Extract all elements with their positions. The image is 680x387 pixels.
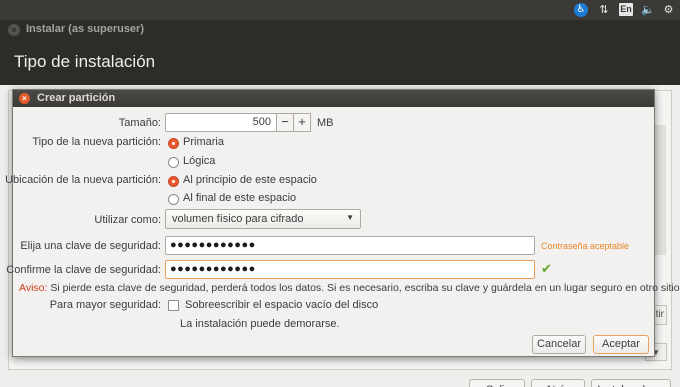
radio-logical[interactable] (168, 157, 179, 168)
warning-text: Si pierde esta clave de seguridad, perde… (47, 282, 680, 294)
top-panel: ♿ ⇅ En 🔈 ⚙ (0, 0, 680, 20)
password-input[interactable]: ●●●●●●●●●●●● (165, 236, 535, 255)
password-label: Elija una clave de seguridad: (20, 240, 161, 252)
use-as-label: Utilizar como: (94, 214, 161, 226)
dialog-title-bar: × Crear partición (13, 90, 654, 107)
size-input[interactable]: 500 (165, 113, 277, 132)
dialog-title: Crear partición (37, 92, 116, 104)
checkmark-icon: ✔ (541, 261, 552, 276)
keyboard-layout-indicator[interactable]: En (619, 3, 633, 16)
size-label: Tamaño: (118, 117, 161, 129)
increment-button[interactable]: + (293, 113, 311, 132)
close-icon[interactable]: × (19, 93, 30, 104)
installer-header: Tipo de instalación (0, 40, 680, 85)
chevron-down-icon: ▼ (346, 213, 354, 222)
decrement-button[interactable]: − (276, 113, 294, 132)
back-button[interactable]: Atrás (531, 379, 585, 387)
radio-primary-label[interactable]: Primaria (183, 136, 224, 148)
confirm-password-label: Confirme la clave de seguridad: (6, 264, 161, 276)
password-strength-status: Contraseña aceptable (541, 241, 630, 251)
volume-icon[interactable]: 🔈 (641, 3, 655, 17)
radio-beginning[interactable] (168, 176, 179, 187)
radio-logical-label[interactable]: Lógica (183, 155, 215, 167)
cancel-button[interactable]: Cancelar (532, 335, 586, 354)
overwrite-empty-space-checkbox[interactable] (168, 300, 179, 311)
warning-prefix: Aviso: (19, 282, 48, 294)
installer-title-bar: × Instalar (as superuser) (0, 20, 680, 40)
partition-type-label: Tipo de la nueva partición: (32, 136, 161, 148)
window-title: Instalar (as superuser) (26, 23, 144, 35)
size-unit: MB (317, 117, 334, 129)
use-as-value: volumen físico para cifrado (172, 213, 304, 225)
page-title: Tipo de instalación (14, 52, 156, 71)
extra-security-label: Para mayor seguridad: (49, 299, 161, 311)
create-partition-dialog: × Crear partición Tamaño: 500 − + MB Tip… (5, 89, 680, 357)
overwrite-empty-space-label[interactable]: Sobreescribir el espacio vacío del disco (185, 299, 378, 311)
warning-message: Aviso: Si pierde esta clave de seguridad… (19, 282, 680, 294)
install-duration-note: La instalación puede demorarse. (180, 318, 340, 330)
quit-button[interactable]: Salir (469, 379, 525, 387)
radio-end[interactable] (168, 194, 179, 205)
radio-primary[interactable] (168, 138, 179, 149)
accept-button[interactable]: Aceptar (593, 335, 649, 354)
close-icon[interactable]: × (8, 24, 20, 36)
radio-end-label[interactable]: Al final de este espacio (183, 192, 296, 204)
location-label: Ubicación de la nueva partición: (5, 174, 161, 186)
network-icon[interactable]: ⇅ (598, 3, 610, 17)
confirm-password-input[interactable]: ●●●●●●●●●●●● (165, 260, 535, 279)
radio-beginning-label[interactable]: Al principio de este espacio (183, 174, 317, 186)
accessibility-icon[interactable]: ♿ (574, 3, 588, 17)
use-as-select[interactable]: volumen físico para cifrado ▼ (165, 209, 361, 229)
gear-icon[interactable]: ⚙ (662, 3, 675, 17)
install-now-button[interactable]: Instalar ahora (591, 379, 671, 387)
